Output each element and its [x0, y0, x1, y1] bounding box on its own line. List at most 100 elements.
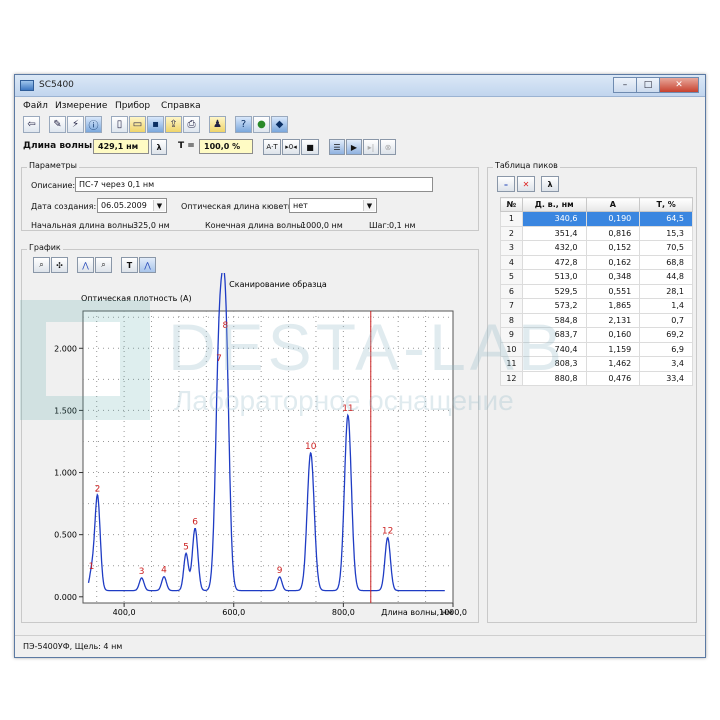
cell-wavelength: 683,7	[521, 327, 587, 343]
cell-transmittance: 28,1	[639, 283, 693, 299]
peak-search-button[interactable]: ⋀	[77, 257, 94, 273]
menu-bar: Файл Измерение Прибор Справка	[15, 98, 705, 114]
globe-icon: ●	[257, 119, 266, 130]
a-t-toggle-button[interactable]: A·T	[263, 139, 281, 155]
export-button[interactable]: ♟	[209, 116, 226, 133]
text-tool-button[interactable]: T	[121, 257, 138, 273]
new-file-button[interactable]: ▯	[111, 116, 128, 133]
col-transmittance[interactable]: Т, %	[639, 197, 693, 212]
cell-absorbance: 1,159	[585, 341, 641, 357]
table-row[interactable]: 12 880,8 0,476 33,4	[500, 370, 693, 386]
close-button[interactable]: ✕	[659, 77, 699, 93]
save-as-button[interactable]: ⇪	[165, 116, 182, 133]
stop-button[interactable]: ■	[301, 139, 319, 155]
cell-absorbance: 1,462	[585, 356, 641, 372]
settings-button[interactable]: ✎	[49, 116, 66, 133]
col-index[interactable]: №	[500, 197, 523, 212]
cell-absorbance: 0,160	[585, 327, 641, 343]
menu-help[interactable]: Справка	[161, 101, 201, 111]
cancel-scan-button[interactable]: ⊗	[380, 139, 396, 155]
zoom-out-button[interactable]: ⌕	[33, 257, 50, 273]
table-row[interactable]: 7 573,2 1,865 1,4	[500, 298, 693, 314]
cell-index: 3	[500, 240, 523, 256]
date-label: Дата создания:	[31, 202, 97, 211]
peak-table-header: № Д. в., нм А Т, %	[500, 197, 693, 212]
date-field[interactable]: 06.05.2009 ▼	[97, 198, 167, 213]
peak-label: 11	[342, 404, 353, 414]
cell-wavelength: 808,3	[521, 356, 587, 372]
calibrate-button[interactable]: ⚡	[67, 116, 84, 133]
cell-wavelength: 472,8	[521, 254, 587, 270]
cell-absorbance: 0,190	[585, 211, 641, 227]
print-button[interactable]: ⎙	[183, 116, 200, 133]
status-text: ПЭ-5400УФ, Щель: 4 нм	[23, 642, 123, 651]
maximize-button[interactable]: □	[636, 77, 660, 93]
col-absorbance[interactable]: А	[585, 197, 641, 212]
table-row[interactable]: 6 529,5 0,551 28,1	[500, 283, 693, 299]
cuvette-label: Оптическая длина кюветы:	[181, 202, 297, 211]
cell-index: 4	[500, 254, 523, 270]
scan-mode-button[interactable]: ☰	[329, 139, 345, 155]
table-row[interactable]: 3 432,0 0,152 70,5	[500, 240, 693, 256]
step-button[interactable]: ▸|	[363, 139, 379, 155]
wavelength-value[interactable]: 429,1 нм	[93, 139, 149, 154]
menu-file[interactable]: Файл	[23, 101, 48, 111]
marker-icon: ⋀	[144, 260, 151, 270]
peak-goto-button[interactable]: λ	[541, 176, 559, 192]
fit-button[interactable]: ✣	[51, 257, 68, 273]
cell-wavelength: 584,8	[521, 312, 587, 328]
table-row[interactable]: 1 340,6 0,190 64,5	[500, 211, 693, 227]
exit-icon: ⇦	[27, 119, 36, 130]
zoom-in-button[interactable]: ⌕	[95, 257, 112, 273]
table-row[interactable]: 9 683,7 0,160 69,2	[500, 327, 693, 343]
x-tick-label: 600,0	[222, 608, 245, 617]
col-wavelength[interactable]: Д. в., нм	[521, 197, 587, 212]
graph-title: График	[27, 243, 63, 252]
chart-svg: Сканирование образца Оптическая плотность…	[54, 266, 467, 617]
table-row[interactable]: 11 808,3 1,462 3,4	[500, 356, 693, 372]
web-button[interactable]: ●	[253, 116, 270, 133]
menu-device[interactable]: Прибор	[115, 101, 150, 111]
zoom-in-icon: ⌕	[101, 260, 106, 269]
title-bar[interactable]: SC5400 – □ ✕	[15, 75, 705, 97]
cell-index: 2	[500, 225, 523, 241]
minimize-button[interactable]: –	[613, 77, 637, 93]
zero-button[interactable]: ▸0◂	[282, 139, 300, 155]
cell-absorbance: 0,551	[585, 283, 641, 299]
table-row[interactable]: 5 513,0 0,348 44,8	[500, 269, 693, 285]
peak-remove-all-button[interactable]: –	[497, 176, 515, 192]
help-button[interactable]: ?	[235, 116, 252, 133]
menu-measurement[interactable]: Измерение	[55, 101, 107, 111]
chevron-down-icon[interactable]: ▼	[153, 200, 165, 211]
marker-tool-button[interactable]: ⋀	[139, 257, 156, 273]
cell-transmittance: 44,8	[639, 269, 693, 285]
goto-wavelength-button[interactable]: λ	[151, 139, 167, 155]
cell-wavelength: 880,8	[521, 370, 587, 386]
peak-delete-button[interactable]: ✕	[517, 176, 535, 192]
cell-wavelength: 432,0	[521, 240, 587, 256]
info-button[interactable]: ⓘ	[85, 116, 102, 133]
start-scan-button[interactable]: ▶	[346, 139, 362, 155]
cuvette-select[interactable]: нет ▼	[289, 198, 377, 213]
peak-table: № Д. в., нм А Т, % 1 340,6 0,190 64,5 2 351,4…	[500, 197, 693, 386]
spectrum-chart[interactable]: Сканирование образца Оптическая плотность…	[25, 266, 473, 617]
peak-label: 7	[216, 354, 222, 364]
book-icon: ◆	[275, 119, 284, 130]
start-wavelength-value: 325,0 нм	[133, 221, 170, 230]
window-title: SC5400	[39, 80, 74, 90]
open-folder-button[interactable]: ▭	[129, 116, 146, 133]
table-row[interactable]: 4 472,8 0,162 68,8	[500, 254, 693, 270]
step-icon: ▸|	[367, 142, 375, 152]
manual-button[interactable]: ◆	[271, 116, 288, 133]
description-field[interactable]: ПС-7 через 0,1 нм	[75, 177, 433, 192]
main-toolbar: ⇦ ✎ ⚡ ⓘ ▯ ▭ ▪ ⇪ ⎙ ♟ ? ● ◆	[15, 115, 705, 135]
table-row[interactable]: 8 584,8 2,131 0,7	[500, 312, 693, 328]
table-row[interactable]: 2 351,4 0,816 15,3	[500, 225, 693, 241]
exit-button[interactable]: ⇦	[23, 116, 40, 133]
chevron-down-icon[interactable]: ▼	[363, 200, 375, 211]
x-tick-label: 800,0	[332, 608, 355, 617]
open-folder-icon: ▭	[132, 119, 143, 130]
table-row[interactable]: 10 740,4 1,159 6,9	[500, 341, 693, 357]
x-tick-label: 1000,0	[439, 608, 467, 617]
save-button[interactable]: ▪	[147, 116, 164, 133]
